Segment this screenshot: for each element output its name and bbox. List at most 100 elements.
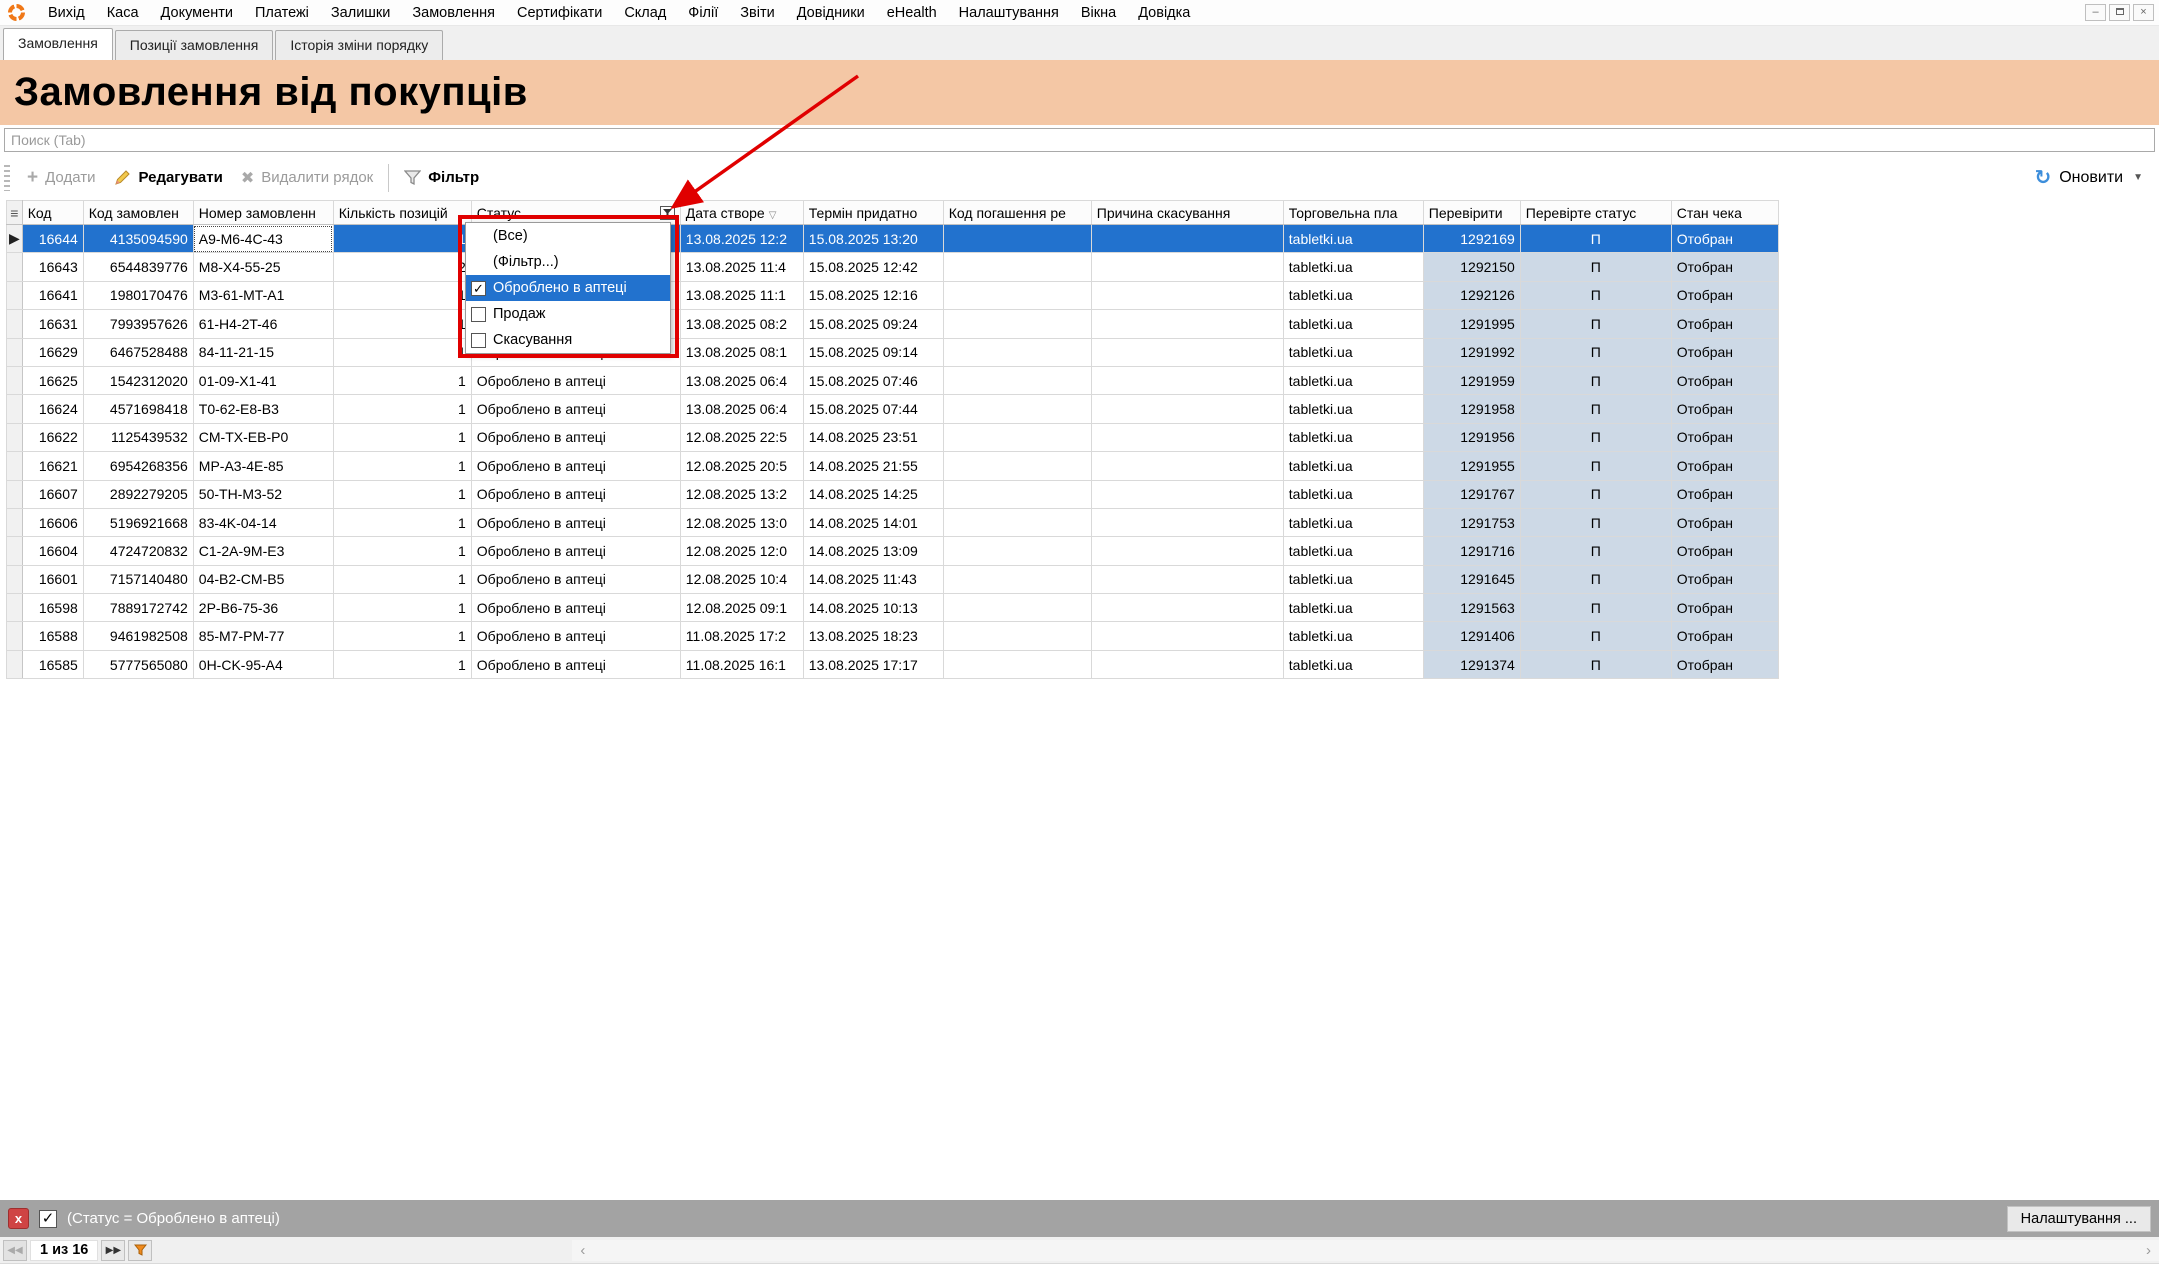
- column-header-nomer[interactable]: Номер замовленн: [193, 201, 333, 225]
- cell-termin: 13.08.2025 18:23: [803, 622, 943, 650]
- cell-kilkist: 1: [333, 366, 471, 394]
- row-indicator-cell: [7, 452, 23, 480]
- filter-close-button[interactable]: x: [8, 1208, 29, 1229]
- delete-row-button[interactable]: ✖ Видалити рядок: [232, 163, 382, 193]
- column-header-platforma[interactable]: Торговельна пла: [1283, 201, 1423, 225]
- menu-item-Залишки[interactable]: Залишки: [320, 2, 401, 24]
- tab-Історія зміни порядку[interactable]: Історія зміни порядку: [275, 30, 443, 60]
- table-row[interactable]: 166436544839776M8-X4-55-252Оброблено в а…: [7, 253, 1779, 281]
- menu-item-Звіти[interactable]: Звіти: [729, 2, 785, 24]
- cell-stan_cheka: Отобран: [1671, 622, 1778, 650]
- table-row[interactable]: 16625154231202001-09-X1-411Оброблено в а…: [7, 366, 1779, 394]
- table-row[interactable]: ▶166444135094590A9-M6-4C-431Оброблено в …: [7, 225, 1779, 253]
- table-row[interactable]: 16601715714048004-B2-CM-B51Оброблено в а…: [7, 565, 1779, 593]
- table-row[interactable]: 16607289227920550-TH-M3-521Оброблено в а…: [7, 480, 1779, 508]
- cell-pogashennia: [943, 508, 1091, 536]
- column-header-kod_zamovlennia[interactable]: Код замовлен: [83, 201, 193, 225]
- table-row[interactable]: 1658557775650800H-CK-95-A41Оброблено в а…: [7, 650, 1779, 678]
- table-row[interactable]: 166216954268356MP-A3-4E-851Оброблено в а…: [7, 452, 1779, 480]
- filter-settings-button[interactable]: Налаштування ...: [2007, 1206, 2151, 1232]
- column-header-prichina[interactable]: Причина скасування: [1091, 201, 1283, 225]
- menu-item-Каса[interactable]: Каса: [96, 2, 150, 24]
- column-header-perevirity[interactable]: Перевірити: [1423, 201, 1520, 225]
- column-header-created[interactable]: Дата створе▽: [680, 201, 803, 225]
- cell-perevirte_status: П: [1520, 565, 1671, 593]
- table-row[interactable]: 166244571698418T0-62-E8-B31Оброблено в а…: [7, 395, 1779, 423]
- checked-checkbox-icon[interactable]: ✓: [471, 281, 486, 296]
- cell-created: 12.08.2025 22:5: [680, 423, 803, 451]
- cell-pogashennia: [943, 281, 1091, 309]
- cell-perevirte_status: П: [1520, 395, 1671, 423]
- table-row[interactable]: 166411980170476M3-61-MT-A11Оброблено в а…: [7, 281, 1779, 309]
- column-header-stan_cheka[interactable]: Стан чека: [1671, 201, 1778, 225]
- menu-item-eHealth[interactable]: eHealth: [876, 2, 948, 24]
- filter-option-Продаж[interactable]: Продаж: [466, 301, 670, 327]
- filter-button[interactable]: Фільтр: [395, 164, 488, 191]
- table-row[interactable]: 16606519692166883-4K-04-141Оброблено в а…: [7, 508, 1779, 536]
- menu-item-Довідники[interactable]: Довідники: [786, 2, 876, 24]
- restore-button[interactable]: [2109, 4, 2130, 21]
- status-column-filter-icon[interactable]: [660, 206, 675, 220]
- cell-perevirity: 1291767: [1423, 480, 1520, 508]
- close-button[interactable]: ×: [2133, 4, 2154, 21]
- navigator-filter-button[interactable]: [128, 1240, 152, 1261]
- table-row[interactable]: 166221125439532CM-TX-EB-P01Оброблено в а…: [7, 423, 1779, 451]
- cell-termin: 15.08.2025 12:42: [803, 253, 943, 281]
- menu-item-Довідка[interactable]: Довідка: [1127, 2, 1201, 24]
- cell-stan_cheka: Отобран: [1671, 537, 1778, 565]
- filter-enabled-checkbox[interactable]: ✓: [39, 1210, 57, 1228]
- filter-option-(Все)[interactable]: (Все): [466, 223, 670, 249]
- table-row[interactable]: 1659878891727422P-B6-75-361Оброблено в а…: [7, 594, 1779, 622]
- last-record-button[interactable]: ▶▶: [101, 1240, 125, 1261]
- scroll-left-icon[interactable]: ‹: [580, 1242, 585, 1259]
- status-filter-dropdown: (Все)(Фільтр...)✓Оброблено в аптеціПрода…: [465, 222, 671, 354]
- menu-item-Платежі[interactable]: Платежі: [244, 2, 320, 24]
- menu-item-Філії[interactable]: Філії: [677, 2, 729, 24]
- add-button[interactable]: + Додати: [18, 164, 104, 191]
- column-header-kod[interactable]: Код: [22, 201, 83, 225]
- menu-item-Вихід[interactable]: Вихід: [37, 2, 96, 24]
- menu-item-Сертифікати[interactable]: Сертифікати: [506, 2, 613, 24]
- column-header-pogashennia[interactable]: Код погашення ре: [943, 201, 1091, 225]
- cell-kod: 16641: [22, 281, 83, 309]
- cell-status: Оброблено в аптеці: [471, 452, 680, 480]
- column-header-perevirte_status[interactable]: Перевірте статус: [1520, 201, 1671, 225]
- unchecked-checkbox-icon[interactable]: [471, 333, 486, 348]
- first-record-button[interactable]: ◀◀: [3, 1240, 27, 1261]
- menu-item-Документи[interactable]: Документи: [150, 2, 244, 24]
- row-indicator-cell: [7, 310, 23, 338]
- table-row[interactable]: 166044724720832C1-2A-9M-E31Оброблено в а…: [7, 537, 1779, 565]
- cell-prichina: [1091, 480, 1283, 508]
- tab-Позиції замовлення[interactable]: Позиції замовлення: [115, 30, 274, 60]
- tab-Замовлення[interactable]: Замовлення: [3, 28, 113, 60]
- column-header-status[interactable]: Статус: [471, 201, 680, 225]
- cell-prichina: [1091, 622, 1283, 650]
- edit-button[interactable]: Редагувати: [104, 164, 231, 192]
- cell-perevirte_status: П: [1520, 225, 1671, 253]
- minimize-button[interactable]: –: [2085, 4, 2106, 21]
- filter-option-Оброблено в аптеці[interactable]: ✓Оброблено в аптеці: [466, 275, 670, 301]
- table-row[interactable]: 16631799395762661-H4-2T-461Оброблено в а…: [7, 310, 1779, 338]
- menu-item-Налаштування[interactable]: Налаштування: [948, 2, 1070, 24]
- menu-item-Замовлення[interactable]: Замовлення: [401, 2, 506, 24]
- filter-option-Скасування[interactable]: Скасування: [466, 327, 670, 353]
- cell-stan_cheka: Отобран: [1671, 253, 1778, 281]
- column-header-termin[interactable]: Термін придатно: [803, 201, 943, 225]
- cell-nomer: C1-2A-9M-E3: [193, 537, 333, 565]
- filter-option-(Фільтр...)[interactable]: (Фільтр...): [466, 249, 670, 275]
- cell-platforma: tabletki.ua: [1283, 508, 1423, 536]
- table-row[interactable]: 16588946198250885-M7-PM-771Оброблено в а…: [7, 622, 1779, 650]
- cell-termin: 13.08.2025 17:17: [803, 650, 943, 678]
- menu-item-Вікна[interactable]: Вікна: [1070, 2, 1127, 24]
- cell-platforma: tabletki.ua: [1283, 650, 1423, 678]
- unchecked-checkbox-icon[interactable]: [471, 307, 486, 322]
- refresh-button[interactable]: ↻ Оновити ▼: [2025, 160, 2159, 195]
- search-input[interactable]: [4, 128, 2155, 152]
- scroll-right-icon[interactable]: ›: [2146, 1242, 2151, 1259]
- horizontal-scrollbar[interactable]: ‹ ›: [572, 1240, 2159, 1261]
- menu-item-Склад[interactable]: Склад: [613, 2, 677, 24]
- row-indicator-cell: [7, 650, 23, 678]
- column-header-kilkist[interactable]: Кількість позицій: [333, 201, 471, 225]
- table-row[interactable]: 16629646752848884-11-21-151Оброблено в а…: [7, 338, 1779, 366]
- cell-prichina: [1091, 423, 1283, 451]
